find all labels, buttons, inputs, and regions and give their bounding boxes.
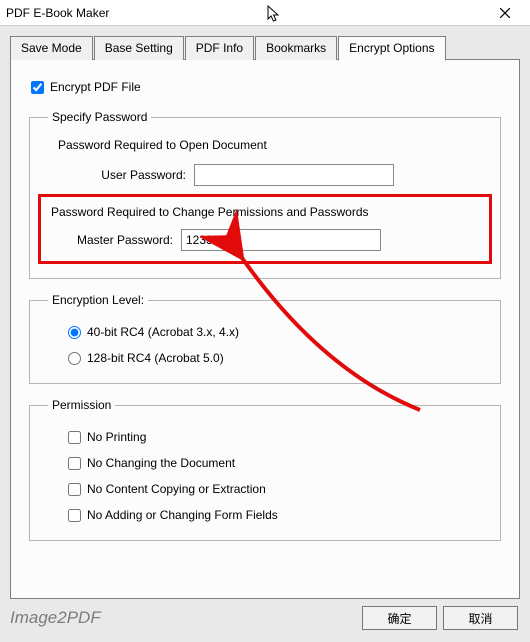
- highlight-box: Password Required to Change Permissions …: [38, 194, 492, 264]
- window-title: PDF E-Book Maker: [6, 6, 484, 20]
- close-button[interactable]: [484, 1, 526, 25]
- no-change-doc-checkbox[interactable]: [68, 457, 81, 470]
- no-change-doc-label[interactable]: No Changing the Document: [87, 456, 235, 470]
- master-password-input[interactable]: [181, 229, 381, 251]
- encryption-level-legend: Encryption Level:: [48, 293, 148, 307]
- encryption-128bit-radio[interactable]: [68, 352, 81, 365]
- encryption-level-group: Encryption Level: 40-bit RC4 (Acrobat 3.…: [29, 293, 501, 384]
- tab-base-setting[interactable]: Base Setting: [94, 36, 184, 60]
- tab-pdf-info[interactable]: PDF Info: [185, 36, 254, 60]
- close-icon: [500, 8, 510, 18]
- user-password-input[interactable]: [194, 164, 394, 186]
- encryption-40bit-radio[interactable]: [68, 326, 81, 339]
- specify-password-group: Specify Password Password Required to Op…: [29, 110, 501, 279]
- user-password-label: User Password:: [44, 168, 194, 182]
- specify-password-legend: Specify Password: [48, 110, 151, 124]
- tab-save-mode[interactable]: Save Mode: [10, 36, 93, 60]
- encrypt-pdf-label[interactable]: Encrypt PDF File: [50, 80, 141, 94]
- no-printing-label[interactable]: No Printing: [87, 430, 146, 444]
- footer-brand: Image2PDF: [10, 608, 356, 628]
- encryption-40bit-label[interactable]: 40-bit RC4 (Acrobat 3.x, 4.x): [87, 325, 239, 339]
- encrypt-options-panel: Encrypt PDF File Specify Password Passwo…: [10, 59, 520, 599]
- master-password-label: Master Password:: [51, 233, 181, 247]
- encrypt-pdf-checkbox[interactable]: [31, 81, 44, 94]
- cancel-button[interactable]: 取消: [443, 606, 518, 630]
- no-printing-checkbox[interactable]: [68, 431, 81, 444]
- tab-encrypt-options[interactable]: Encrypt Options: [338, 36, 445, 61]
- no-form-fields-checkbox[interactable]: [68, 509, 81, 522]
- permission-group: Permission No Printing No Changing the D…: [29, 398, 501, 541]
- permission-legend: Permission: [48, 398, 115, 412]
- no-copy-label[interactable]: No Content Copying or Extraction: [87, 482, 266, 496]
- ok-button[interactable]: 确定: [362, 606, 437, 630]
- no-copy-checkbox[interactable]: [68, 483, 81, 496]
- open-doc-password-label: Password Required to Open Document: [58, 138, 486, 152]
- no-form-fields-label[interactable]: No Adding or Changing Form Fields: [87, 508, 278, 522]
- change-permissions-password-label: Password Required to Change Permissions …: [51, 205, 479, 219]
- titlebar: PDF E-Book Maker: [0, 0, 530, 26]
- tab-strip: Save Mode Base Setting PDF Info Bookmark…: [10, 36, 520, 60]
- tab-bookmarks[interactable]: Bookmarks: [255, 36, 337, 60]
- encryption-128bit-label[interactable]: 128-bit RC4 (Acrobat 5.0): [87, 351, 224, 365]
